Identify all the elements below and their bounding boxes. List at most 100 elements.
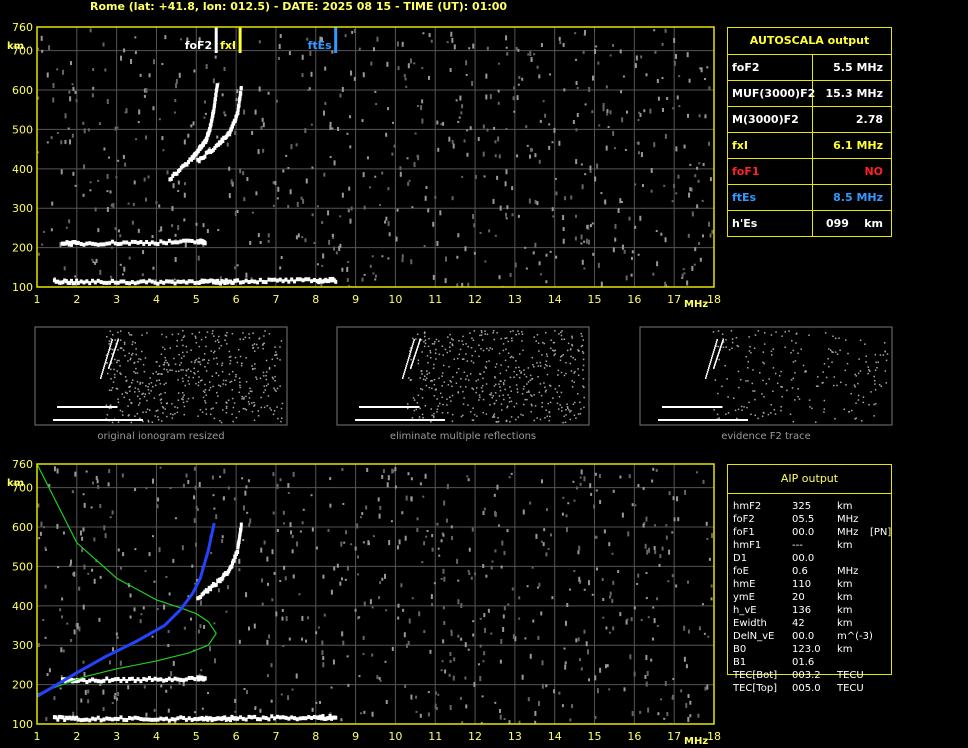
thumbnail-noise [413,409,416,412]
thumbnail-noise [727,412,730,414]
thumbnail-noise [860,420,863,422]
noise-dot [329,477,332,481]
thumbnail-noise [155,384,157,387]
aip-cell [870,604,900,617]
thumbnail-noise [113,373,116,376]
thumbnail-echo [408,357,410,359]
thumbnail-echo [385,419,387,421]
noise-dot [242,505,245,511]
thumbnail-noise [224,383,227,386]
thumbnail-noise [516,373,518,376]
x-tick-label: 3 [113,730,120,743]
noise-dot [413,62,416,65]
noise-dot [612,580,615,585]
noise-dot [420,105,423,111]
noise-dot [387,187,390,191]
echo-Es [88,718,92,723]
noise-dot [106,173,109,179]
noise-dot [442,568,445,574]
thumbnail-noise [754,334,757,336]
y-tick-label: 600 [12,521,33,534]
echo-F-multiple [173,240,177,245]
noise-dot [558,691,561,695]
thumbnail-noise [500,337,502,340]
thumbnail-echo [671,419,673,421]
noise-dot [357,555,360,559]
thumbnail-noise [436,411,438,413]
noise-dot [251,130,254,135]
thumbnail-noise [134,415,136,417]
thumbnail-echo [125,419,127,421]
noise-dot [511,587,514,591]
echo-Es [159,279,163,284]
noise-dot [494,140,497,144]
thumbnail-noise [160,373,162,375]
thumbnail-noise [211,330,214,332]
echo-Es [290,277,294,282]
thumbnail-caption: original ionogram resized [97,431,224,442]
noise-dot [174,256,177,262]
noise-dot [117,229,120,233]
noise-dot [97,179,100,182]
thumbnail-noise [545,389,547,392]
thumbnail-noise [119,409,122,412]
noise-dot [435,707,438,711]
noise-dot [249,240,252,245]
thumbnail-noise [885,382,888,384]
noise-dot [569,588,572,591]
thumbnail-noise [423,340,425,343]
aip-row: foE 0.6 MHz [733,565,900,578]
thumbnail-noise [717,345,720,348]
thumbnail-noise [492,414,495,417]
noise-dot [497,62,500,65]
noise-dot [408,618,411,624]
noise-dot [512,634,515,640]
thumbnail-noise [130,401,132,404]
noise-dot [46,72,49,78]
echo-F-multiple [139,240,143,245]
noise-dot [44,636,47,639]
thumbnail-echo [412,341,415,343]
thumbnail-noise [112,348,114,351]
noise-dot [445,256,448,262]
thumbnail-echo [116,406,118,408]
echo-F-multiple [156,242,160,247]
noise-dot [134,488,137,492]
thumbnail-echo [431,419,433,421]
noise-dot [578,576,581,582]
noise-dot [464,676,467,680]
noise-dot [681,273,684,278]
thumbnail-noise [795,333,798,335]
noise-dot [217,229,220,232]
noise-dot [190,617,193,621]
noise-dot [664,237,667,243]
noise-dot [119,566,122,570]
noise-dot [255,191,258,196]
noise-dot [296,541,299,547]
thumbnail-noise [511,339,513,342]
thumbnail-noise [109,330,112,332]
noise-dot [599,500,602,505]
thumbnail-noise [467,379,470,381]
thumbnail-echo [691,419,693,421]
noise-dot [611,552,614,555]
thumbnail-noise [459,385,462,388]
noise-dot [243,197,246,202]
noise-dot [577,550,580,555]
x-tick-label: 17 [667,293,681,306]
thumbnail-echo [397,419,399,421]
thumbnail-noise [167,363,170,365]
thumbnail-echo [62,419,64,421]
thumbnail-noise [187,397,190,400]
thumbnail-noise [562,354,564,356]
echo-Es [125,718,129,723]
echo-Es [145,717,149,722]
noise-dot [215,514,218,520]
noise-dot [644,543,647,549]
noise-dot [504,181,507,187]
thumbnail-noise [459,348,462,351]
aip-cell: TECU [837,670,864,681]
noise-dot [64,139,67,144]
thumbnail-noise [129,334,131,336]
thumbnail-noise [248,392,250,395]
